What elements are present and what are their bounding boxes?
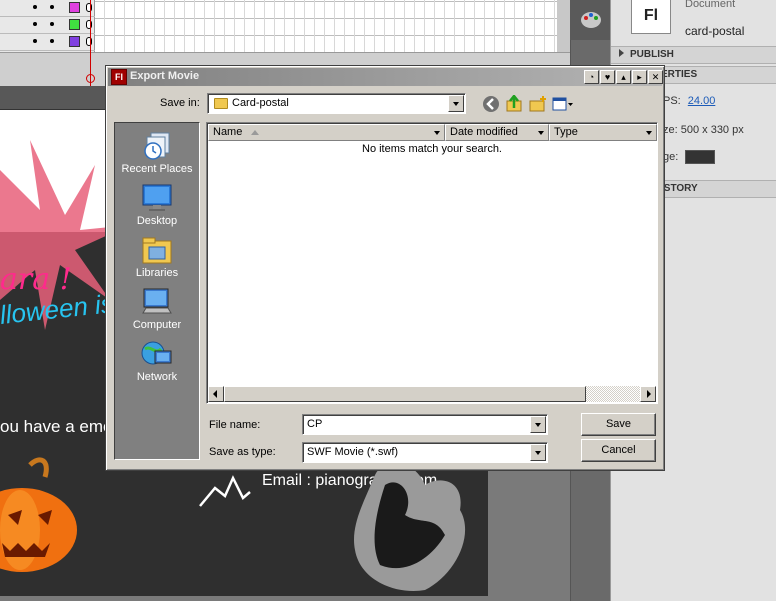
dialog-title: Export Movie	[130, 70, 200, 82]
lock-dot[interactable]	[50, 5, 54, 9]
save-button[interactable]: Save	[581, 413, 656, 436]
publish-section-header[interactable]: PUBLISH	[611, 46, 776, 64]
place-label: Libraries	[135, 267, 179, 279]
fla-document-icon: Fl	[631, 0, 671, 34]
file-name-value: CP	[307, 418, 323, 430]
keyframe-icon[interactable]	[86, 20, 92, 29]
export-movie-dialog: Fl Export Movie ◔ ♥ ▴ ▸ ✕ Save in: Card-…	[105, 65, 665, 471]
save-in-value: Card-postal	[232, 97, 289, 109]
up-folder-icon[interactable]	[505, 95, 523, 113]
layer-row[interactable]	[0, 17, 95, 34]
keyframe-icon[interactable]	[86, 3, 92, 12]
column-label: Date modified	[450, 126, 518, 138]
visibility-dot[interactable]	[33, 39, 37, 43]
back-icon[interactable]	[482, 95, 500, 113]
place-label: Desktop	[136, 215, 178, 227]
document-name: card-postal	[685, 24, 745, 38]
document-type-label: Document	[685, 0, 736, 10]
background-color-swatch[interactable]	[685, 150, 715, 164]
column-label: Name	[213, 126, 243, 138]
places-bar: Recent Places Desktop Libraries Computer	[114, 122, 200, 460]
flash-app-icon: Fl	[111, 69, 127, 85]
visibility-dot[interactable]	[33, 22, 37, 26]
layer-row[interactable]	[0, 0, 95, 17]
history-header-label: ISTORY	[661, 183, 698, 194]
save-in-label: Save in:	[160, 97, 200, 109]
visibility-dot[interactable]	[33, 5, 37, 9]
place-label: Recent Places	[121, 163, 193, 175]
column-label: Type	[554, 126, 578, 138]
titlebar-extra-icon[interactable]: ♥	[600, 70, 615, 84]
file-name-input[interactable]: CP	[302, 414, 548, 435]
save-as-type-label: Save as type:	[209, 446, 276, 458]
new-folder-icon[interactable]	[529, 95, 547, 113]
greeting-text: ara !	[0, 262, 72, 297]
dialog-titlebar[interactable]: Fl Export Movie ◔ ♥ ▴ ▸ ✕	[108, 68, 663, 86]
cancel-button[interactable]: Cancel	[581, 439, 656, 462]
desktop-icon	[142, 184, 172, 211]
file-name-label: File name:	[209, 419, 261, 431]
column-dropdown-icon[interactable]	[536, 126, 547, 139]
cat-graphic	[354, 462, 466, 591]
minimize-icon[interactable]: ▴	[616, 70, 631, 84]
folder-icon	[214, 98, 228, 109]
hand-drawing	[199, 475, 251, 507]
fps-row: PS: 24.00	[663, 95, 715, 107]
timeline-frames[interactable]	[95, 0, 557, 52]
layer-list	[0, 0, 95, 52]
layer-color-swatch[interactable]	[69, 19, 80, 30]
layer-color-swatch[interactable]	[69, 2, 80, 13]
column-header-type[interactable]: Type	[549, 124, 657, 141]
file-list[interactable]: Name Date modified Type No items match y…	[206, 122, 658, 404]
place-libraries[interactable]: Libraries	[115, 231, 199, 283]
save-as-type-value: SWF Movie (*.swf)	[307, 446, 399, 458]
place-computer[interactable]: Computer	[115, 283, 199, 335]
close-icon[interactable]: ✕	[648, 70, 663, 84]
layer-color-swatch[interactable]	[69, 36, 80, 47]
place-label: Network	[136, 371, 178, 383]
scroll-right-icon[interactable]	[640, 386, 656, 402]
lock-dot[interactable]	[50, 39, 54, 43]
column-dropdown-icon[interactable]	[644, 126, 655, 139]
scrollbar-thumb[interactable]	[224, 386, 586, 402]
pumpkin-graphic	[0, 457, 77, 572]
empty-list-message: No items match your search.	[362, 143, 502, 155]
properties-header-label: ERTIES	[661, 69, 698, 80]
sort-ascending-icon	[251, 130, 259, 135]
chevron-down-icon[interactable]	[448, 95, 464, 112]
libraries-icon	[142, 237, 172, 264]
keyframe-icon[interactable]	[86, 37, 92, 46]
place-recent-places[interactable]: Recent Places	[115, 127, 199, 179]
fps-label: PS:	[663, 95, 681, 107]
recent-places-icon	[144, 132, 170, 160]
titlebar-extra-icon[interactable]: ◔	[584, 70, 599, 84]
computer-icon	[142, 288, 172, 314]
chevron-down-icon[interactable]	[530, 444, 546, 461]
column-header-name[interactable]: Name	[208, 124, 445, 141]
fps-value[interactable]: 24.00	[688, 95, 716, 107]
tool-strip	[570, 0, 610, 40]
column-header-date-modified[interactable]: Date modified	[445, 124, 549, 141]
color-palette-icon[interactable]	[580, 10, 602, 30]
save-as-type-dropdown[interactable]: SWF Movie (*.swf)	[302, 442, 548, 463]
publish-header-label: PUBLISH	[630, 49, 674, 60]
stage-size-text: ze: 500 x 330 px	[663, 124, 744, 136]
view-menu-icon[interactable]	[552, 95, 574, 113]
scroll-left-icon[interactable]	[208, 386, 224, 402]
expand-arrow-icon	[619, 49, 624, 57]
place-desktop[interactable]: Desktop	[115, 179, 199, 231]
column-dropdown-icon[interactable]	[432, 126, 443, 139]
horizontal-scrollbar[interactable]	[208, 386, 656, 402]
place-network[interactable]: Network	[115, 335, 199, 387]
chevron-down-icon[interactable]	[530, 416, 546, 433]
network-icon	[141, 341, 172, 365]
lock-dot[interactable]	[50, 22, 54, 26]
restore-icon[interactable]: ▸	[632, 70, 647, 84]
place-label: Computer	[132, 319, 182, 331]
message-text: ou have a emot	[0, 417, 118, 436]
background-label: ge:	[663, 151, 679, 163]
playhead-marker-icon[interactable]	[86, 74, 95, 83]
save-in-dropdown[interactable]: Card-postal	[207, 93, 466, 114]
layer-row[interactable]	[0, 34, 95, 51]
